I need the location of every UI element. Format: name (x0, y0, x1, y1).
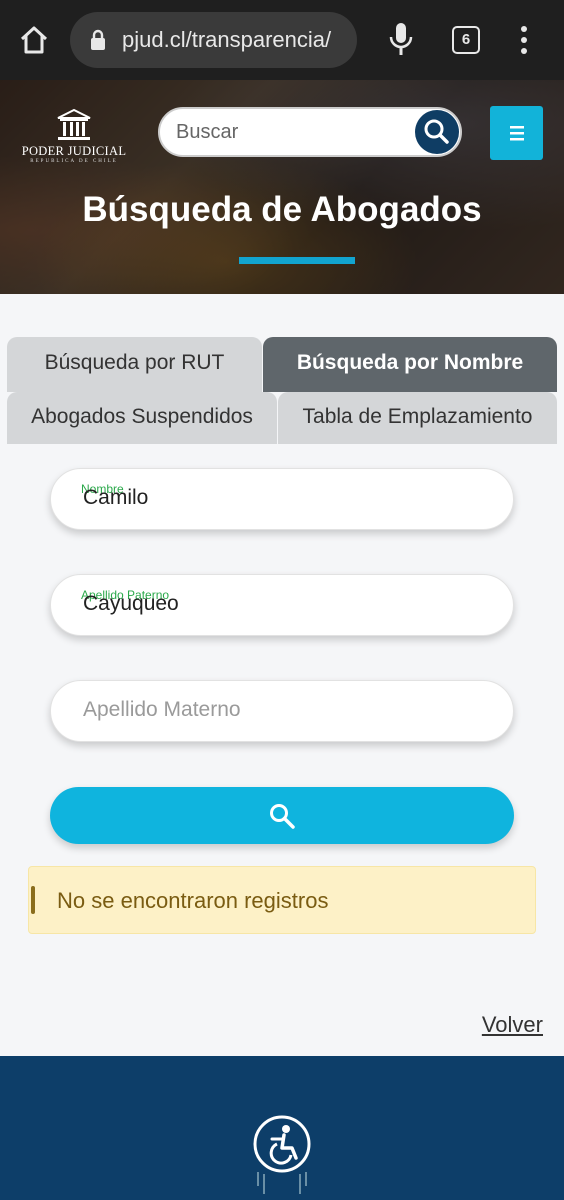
search-icon (424, 119, 449, 144)
nombre-field: Nombre (50, 468, 514, 530)
menu-button[interactable] (490, 106, 543, 160)
apellido-paterno-field: Apellido Paterno (50, 574, 514, 636)
site-search (158, 107, 462, 157)
apellido-materno-input[interactable] (83, 698, 483, 722)
search-button[interactable] (415, 110, 459, 154)
footer (0, 1056, 564, 1200)
search-icon (270, 804, 295, 829)
hamburger-icon (510, 126, 524, 141)
tab-busqueda-rut[interactable]: Búsqueda por RUT (7, 337, 262, 392)
address-bar[interactable]: pjud.cl/transparencia/ (70, 12, 357, 68)
home-icon[interactable] (18, 24, 50, 56)
poder-judicial-logo[interactable]: PODER JUDICIAL REPUBLICA DE CHILE (20, 108, 128, 164)
volver-link[interactable]: Volver (482, 1012, 543, 1038)
tab-abogados-suspendidos[interactable]: Abogados Suspendidos (7, 392, 277, 444)
more-vert-icon[interactable] (514, 24, 534, 56)
alert-accent-bar (31, 886, 35, 914)
lock-icon (91, 29, 105, 50)
apellido-materno-field (50, 680, 514, 742)
logo-text: PODER JUDICIAL (21, 144, 127, 158)
tabs-count-button[interactable]: 6 (452, 26, 480, 54)
hero-banner: PODER JUDICIAL REPUBLICA DE CHILE Búsque… (0, 80, 564, 294)
page-title: Búsqueda de Abogados (82, 190, 482, 229)
accessibility-icon[interactable] (252, 1114, 312, 1200)
no-results-alert: No se encontraron registros (28, 866, 536, 934)
logo-subtext: REPUBLICA DE CHILE (30, 159, 118, 164)
browser-toolbar: pjud.cl/transparencia/ 6 (0, 0, 564, 80)
courthouse-icon (57, 108, 91, 140)
tab-busqueda-nombre[interactable]: Búsqueda por Nombre (263, 337, 557, 392)
tab-tabla-emplazamiento[interactable]: Tabla de Emplazamiento (278, 392, 557, 444)
apellido-paterno-input[interactable] (83, 592, 483, 616)
title-underline (239, 257, 355, 264)
search-submit-button[interactable] (50, 787, 514, 844)
alert-message: No se encontraron registros (57, 888, 329, 913)
search-input[interactable] (176, 121, 406, 144)
nombre-input[interactable] (83, 486, 483, 510)
mic-icon[interactable] (388, 22, 414, 56)
url-text: pjud.cl/transparencia/ (122, 27, 332, 52)
